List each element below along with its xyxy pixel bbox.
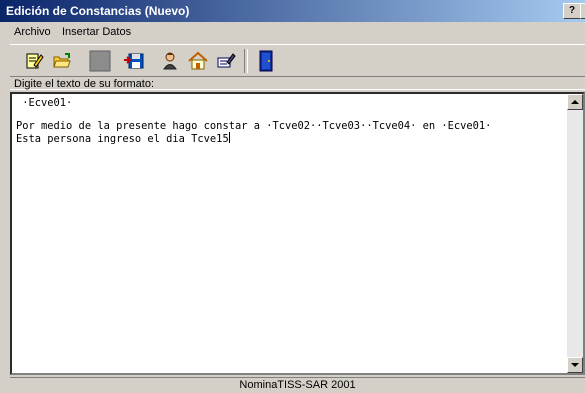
- help-button[interactable]: ?: [563, 3, 581, 19]
- scroll-up-button[interactable]: [567, 94, 583, 110]
- title-bar: Edición de Constancias (Nuevo) ? ×: [0, 0, 585, 22]
- scroll-down-button[interactable]: [567, 357, 583, 373]
- blank-button[interactable]: [88, 49, 112, 73]
- open-folder-button[interactable]: [50, 49, 74, 73]
- down-arrow-icon: [571, 363, 579, 367]
- editor-line: Esta persona ingreso el dia Tcve15: [16, 132, 229, 145]
- menu-archivo[interactable]: Archivo: [14, 26, 51, 38]
- window-title: Edición de Constancias (Nuevo): [6, 4, 190, 18]
- text-cursor: [228, 131, 230, 143]
- edit-document-button[interactable]: [22, 49, 46, 73]
- up-arrow-icon: [571, 100, 579, 104]
- open-folder-icon: [53, 53, 71, 68]
- vertical-scrollbar[interactable]: [567, 94, 583, 373]
- home-button[interactable]: [186, 49, 210, 73]
- status-bar: NominaTISS-SAR 2001: [10, 377, 585, 393]
- edit-document-icon: [26, 53, 44, 69]
- user-button[interactable]: [158, 49, 182, 73]
- edit-field-button[interactable]: [214, 49, 238, 73]
- save-button[interactable]: [122, 49, 146, 73]
- user-icon: [163, 52, 177, 70]
- exit-door-icon: [259, 50, 273, 72]
- edit-field-icon: [217, 53, 236, 68]
- toolbar-separator: [244, 49, 248, 73]
- editor-line: Por medio de la presente hago constar a …: [16, 119, 492, 132]
- editor-content[interactable]: ·Ecve01· Por medio de la presente hago c…: [16, 97, 563, 145]
- editor-line: ·Ecve01·: [16, 97, 73, 109]
- exit-button[interactable]: [254, 49, 278, 73]
- blank-button-icon: [89, 50, 111, 72]
- format-prompt-label: Digite el texto de su formato:: [10, 76, 585, 90]
- editor-line-with-cursor: Esta persona ingreso el dia Tcve15: [16, 131, 563, 145]
- toolbar: [10, 44, 585, 78]
- home-icon: [188, 51, 208, 70]
- menu-bar: Archivo Insertar Datos: [0, 22, 585, 42]
- menu-insertar-datos[interactable]: Insertar Datos: [62, 26, 131, 38]
- save-disk-icon: [124, 53, 144, 69]
- format-text-editor[interactable]: ·Ecve01· Por medio de la presente hago c…: [10, 92, 585, 375]
- close-button[interactable]: ×: [580, 3, 585, 19]
